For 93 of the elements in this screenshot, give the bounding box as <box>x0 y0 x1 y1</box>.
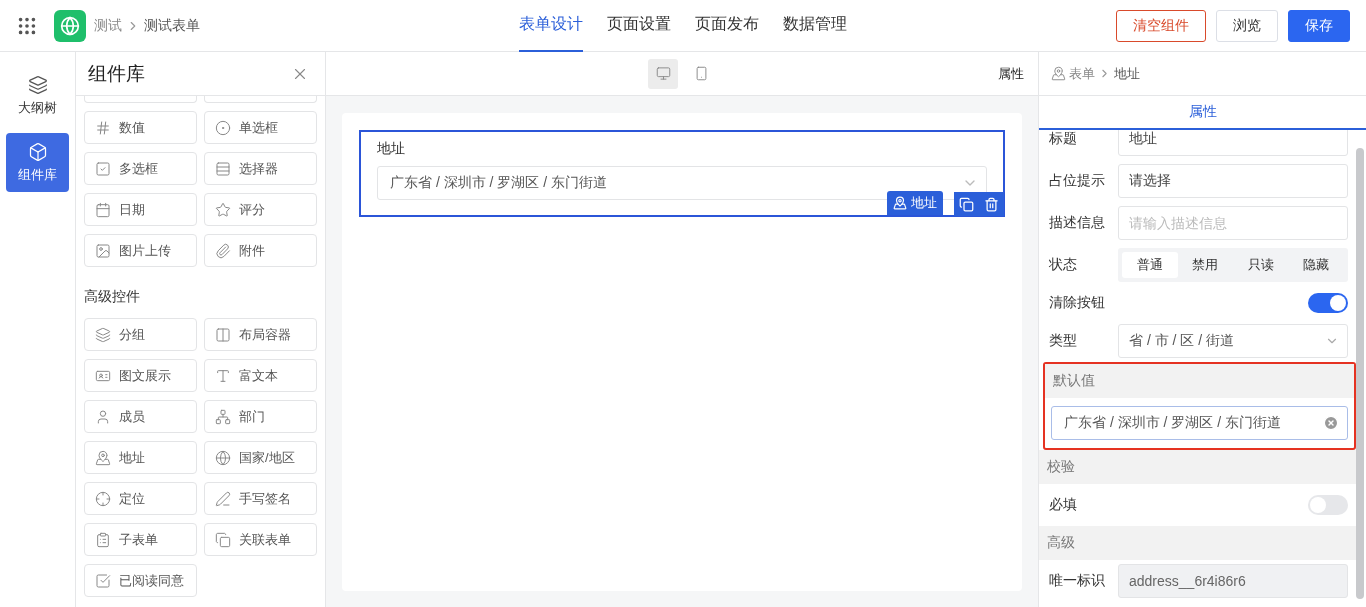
app-logo <box>54 9 86 42</box>
component-card[interactable]: 地址 <box>84 441 197 474</box>
field-label: 描述信息 <box>1049 214 1106 232</box>
component-card[interactable]: 选择器 <box>204 152 317 185</box>
group-title: 高级控件 <box>84 288 141 306</box>
field-label: 类型 <box>1049 332 1078 350</box>
input-field[interactable]: 请选择 <box>1118 164 1348 198</box>
layers-icon <box>95 326 111 343</box>
copy-icon[interactable] <box>959 196 974 212</box>
component-card[interactable]: 日期 <box>84 193 197 226</box>
paperclip-icon <box>215 242 231 259</box>
component-card[interactable]: 图文展示 <box>84 359 197 392</box>
field-label: 清除按钮 <box>1049 294 1106 312</box>
monitor-icon <box>655 66 671 81</box>
phone-icon <box>693 66 709 81</box>
nav-tab[interactable]: 数据管理 <box>783 0 847 52</box>
field-label: 占位提示 <box>1049 172 1106 190</box>
toggle-switch[interactable] <box>1308 495 1348 515</box>
form-icon <box>95 531 111 548</box>
component-card[interactable]: 已阅读同意 <box>84 564 197 597</box>
field-label: 标题 <box>1049 130 1078 148</box>
copy-icon <box>215 531 231 548</box>
trash-icon[interactable] <box>984 196 999 212</box>
tree-icon <box>215 408 231 425</box>
field-label: 状态 <box>1049 256 1078 274</box>
field-label: 必填 <box>1049 496 1078 514</box>
component-card[interactable]: 数值 <box>84 111 197 144</box>
component-card[interactable]: 布局容器 <box>204 318 317 351</box>
hash-icon <box>95 119 111 136</box>
input-field[interactable]: 请输入描述信息 <box>1118 206 1348 240</box>
layers-icon <box>27 74 48 95</box>
breadcrumb-item[interactable]: 表单 <box>1069 64 1095 83</box>
component-card[interactable]: 分组 <box>84 318 197 351</box>
breadcrumb-item[interactable]: 测试表单 <box>144 16 200 35</box>
clear-button[interactable]: 清空组件 <box>1116 9 1206 42</box>
segment-option[interactable]: 普通 <box>1122 252 1178 278</box>
field-label: 地址 <box>377 140 406 158</box>
component-card[interactable]: 国家/地区 <box>204 441 317 474</box>
device-toggle[interactable] <box>648 58 678 89</box>
component-card[interactable]: 富文本 <box>204 359 317 392</box>
select-field[interactable]: 省 / 市 / 区 / 街道 <box>1118 324 1348 358</box>
toolbar-label: 属性 <box>998 64 1024 83</box>
component-card[interactable]: 多选框 <box>84 152 197 185</box>
form-field[interactable]: 地址 广东省 / 深圳市 / 罗湖区 / 东门街道 地址 <box>359 130 1005 217</box>
field-label: 唯一标识 <box>1049 572 1106 590</box>
columns-icon <box>215 326 231 343</box>
text-icon <box>215 367 231 384</box>
crosshair-icon <box>95 490 111 507</box>
component-card[interactable]: 部门 <box>204 400 317 433</box>
section-header: 高级 <box>1039 526 1356 560</box>
component-card[interactable]: 成员 <box>84 400 197 433</box>
nav-tab[interactable]: 页面发布 <box>695 0 759 52</box>
segment-option[interactable]: 禁用 <box>1177 252 1233 278</box>
panel-title: 组件库 <box>88 61 145 86</box>
nav-tab[interactable]: 页面设置 <box>607 0 671 52</box>
save-button[interactable]: 保存 <box>1288 9 1350 42</box>
pen-icon <box>215 490 231 507</box>
component-card[interactable]: 附件 <box>204 234 317 267</box>
section-header: 校验 <box>1039 450 1356 484</box>
component-card[interactable]: 单选框 <box>204 111 317 144</box>
component-card[interactable]: 子表单 <box>84 523 197 556</box>
clear-icon[interactable] <box>1323 415 1339 431</box>
component-card[interactable]: 图片上传 <box>84 234 197 267</box>
breadcrumb-item[interactable]: 测试 <box>94 16 122 35</box>
segment-option[interactable]: 隐藏 <box>1288 252 1344 278</box>
map-pin-icon <box>95 449 111 466</box>
toggle-switch[interactable] <box>1308 293 1348 313</box>
map-pin-icon <box>893 196 907 210</box>
checkbox-icon <box>95 572 111 589</box>
cascader-field[interactable]: 广东省 / 深圳市 / 罗湖区 / 东门街道 <box>1051 406 1348 440</box>
star-icon <box>215 201 231 218</box>
checkbox-icon <box>95 160 111 177</box>
preview-button[interactable]: 浏览 <box>1216 9 1278 42</box>
component-card[interactable]: 手写签名 <box>204 482 317 515</box>
image-icon <box>95 242 111 259</box>
component-card[interactable]: 关联表单 <box>204 523 317 556</box>
calendar-icon <box>95 201 111 218</box>
rail-item[interactable]: 大纲树 <box>6 66 69 125</box>
globe-icon <box>215 449 231 466</box>
segment-option[interactable]: 只读 <box>1233 252 1289 278</box>
radio-icon <box>215 119 231 136</box>
map-pin-icon <box>1051 66 1066 81</box>
scrollbar[interactable] <box>1356 148 1364 599</box>
user-icon <box>95 408 111 425</box>
field-tag: 地址 <box>887 191 943 215</box>
rail-item[interactable]: 组件库 <box>6 133 69 192</box>
component-card[interactable]: 定位 <box>84 482 197 515</box>
breadcrumb-item[interactable]: 地址 <box>1114 64 1140 83</box>
component-card[interactable]: 评分 <box>204 193 317 226</box>
list-icon <box>215 160 231 177</box>
cube-icon <box>27 141 48 162</box>
input-field[interactable]: 地址 <box>1118 130 1348 156</box>
section-header: 默认值 <box>1045 364 1354 398</box>
